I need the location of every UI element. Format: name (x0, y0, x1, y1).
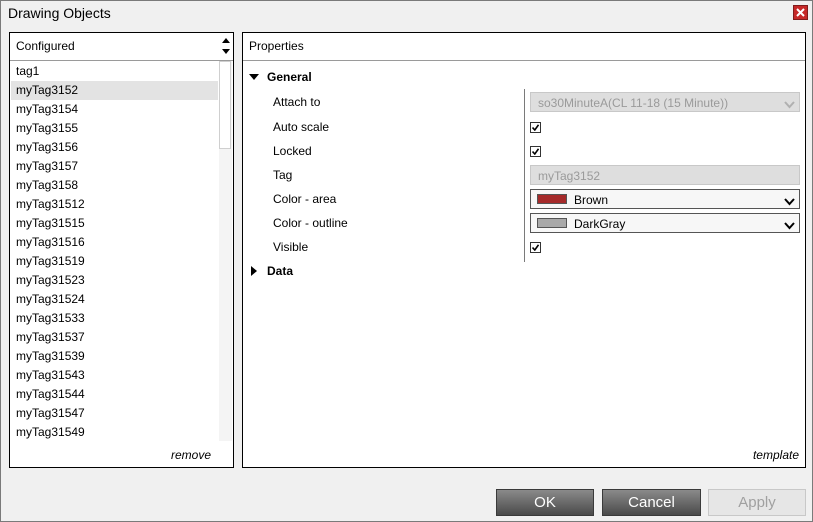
checkmark-icon (532, 244, 539, 251)
color-area-label: Color - area (273, 192, 337, 206)
chevron-down-icon (784, 195, 795, 209)
attach-to-select[interactable]: so30MinuteA(CL 11-18 (15 Minute)) (530, 92, 800, 112)
list-item[interactable]: myTag31515 (11, 214, 218, 233)
list-item[interactable]: myTag31539 (11, 347, 218, 366)
configured-header-label: Configured (16, 39, 75, 53)
list-item[interactable]: myTag3158 (11, 176, 218, 195)
list-item[interactable]: myTag31512 (11, 195, 218, 214)
color-outline-value: DarkGray (574, 217, 626, 231)
property-divider[interactable] (524, 89, 525, 262)
apply-button[interactable]: Apply (708, 489, 806, 516)
expanded-triangle-icon (249, 74, 259, 80)
list-item[interactable]: myTag3154 (11, 100, 218, 119)
list-item[interactable]: myTag31549 (11, 423, 218, 442)
ok-button[interactable]: OK (496, 489, 594, 516)
list-item[interactable]: myTag3152 (11, 81, 218, 100)
title-bar: Drawing Objects (1, 1, 812, 24)
tag-input[interactable]: myTag3152 (530, 165, 800, 185)
locked-checkbox[interactable] (530, 146, 541, 157)
color-outline-swatch (537, 218, 567, 228)
attach-to-label: Attach to (273, 95, 321, 109)
checkmark-icon (532, 124, 539, 131)
tag-value: myTag3152 (538, 169, 601, 183)
window-title: Drawing Objects (8, 5, 111, 21)
cancel-button[interactable]: Cancel (602, 489, 701, 516)
section-data-label: Data (267, 264, 294, 278)
tag-label: Tag (273, 168, 293, 182)
visible-label: Visible (273, 240, 309, 254)
color-outline-label: Color - outline (273, 216, 348, 230)
list-scrollbar-thumb[interactable] (219, 61, 231, 149)
list-item[interactable]: tag1 (11, 62, 218, 81)
collapsed-triangle-icon (251, 266, 257, 276)
color-area-value: Brown (574, 193, 609, 207)
drawing-objects-dialog: Drawing Objects Configured tag1 myTag3152… (0, 0, 813, 522)
properties-header: Properties (243, 33, 805, 61)
properties-header-label: Properties (249, 39, 304, 53)
configured-list[interactable]: tag1 myTag3152 myTag3154 myTag3155 myTag3156… (11, 62, 218, 442)
chevron-down-icon (784, 98, 795, 112)
list-scrollbar[interactable] (219, 61, 232, 441)
template-link[interactable]: template (753, 448, 799, 462)
attach-to-value: so30MinuteA(CL 11-18 (15 Minute)) (538, 96, 729, 110)
checkmark-icon (532, 148, 539, 155)
chevron-down-icon (784, 219, 795, 233)
auto-scale-checkbox[interactable] (530, 122, 541, 133)
locked-label: Locked (273, 144, 312, 158)
color-area-select[interactable]: Brown (530, 189, 800, 209)
list-item[interactable]: myTag31544 (11, 385, 218, 404)
configured-header[interactable]: Configured (10, 33, 233, 61)
properties-panel: Properties General Attach to so30MinuteA… (242, 32, 806, 468)
list-item[interactable]: myTag31524 (11, 290, 218, 309)
list-item[interactable]: myTag31533 (11, 309, 218, 328)
sort-arrows-icon[interactable] (221, 35, 231, 57)
list-item[interactable]: myTag31519 (11, 252, 218, 271)
list-item[interactable]: myTag3155 (11, 119, 218, 138)
list-item[interactable]: myTag3157 (11, 157, 218, 176)
list-item[interactable]: myTag31537 (11, 328, 218, 347)
auto-scale-label: Auto scale (273, 120, 330, 134)
list-item[interactable]: myTag31547 (11, 404, 218, 423)
list-item[interactable]: myTag31523 (11, 271, 218, 290)
list-item[interactable]: myTag31516 (11, 233, 218, 252)
configured-panel: Configured tag1 myTag3152 myTag3154 myTag31… (9, 32, 234, 468)
color-outline-select[interactable]: DarkGray (530, 213, 800, 233)
list-item[interactable]: myTag31543 (11, 366, 218, 385)
list-item[interactable]: myTag3156 (11, 138, 218, 157)
color-area-swatch (537, 194, 567, 204)
remove-link[interactable]: remove (171, 448, 211, 462)
section-general-label: General (267, 70, 312, 84)
visible-checkbox[interactable] (530, 242, 541, 253)
close-button[interactable] (793, 5, 808, 20)
